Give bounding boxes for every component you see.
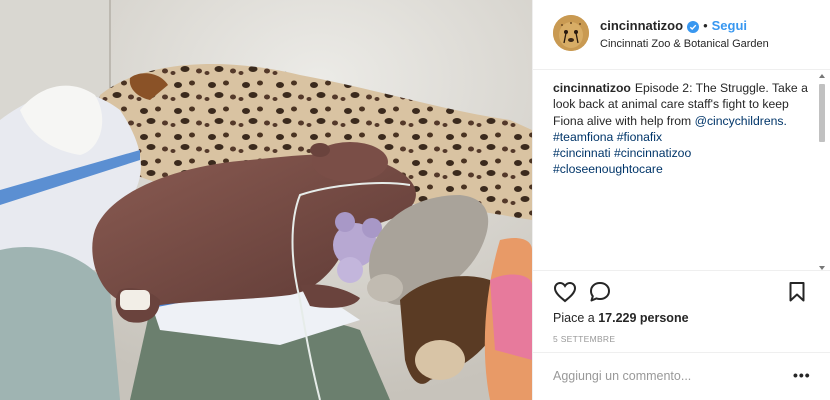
post-date[interactable]: 5 SETTEMBRE xyxy=(553,334,615,344)
post-photo[interactable] xyxy=(0,0,532,400)
scroll-thumb[interactable] xyxy=(819,84,825,142)
baby-hippo-photo xyxy=(0,0,532,400)
bookmark-icon[interactable] xyxy=(788,281,806,308)
post-header: cincinnatizoo • Segui Cincinnati Zoo & B… xyxy=(533,0,830,70)
hashtag-link[interactable]: #closeenoughtocare xyxy=(553,162,663,176)
hashtag-link[interactable]: #teamfiona xyxy=(553,130,613,144)
verified-badge-icon xyxy=(687,20,700,33)
separator-dot: • xyxy=(703,18,708,33)
username-row: cincinnatizoo • Segui xyxy=(600,18,747,33)
username-link[interactable]: cincinnatizoo xyxy=(600,18,683,33)
hashtag-link[interactable]: #cincinnati xyxy=(553,146,611,160)
hashtag-link[interactable]: #cincinnatizoo xyxy=(614,146,691,160)
comment-icon[interactable] xyxy=(588,281,612,308)
likes-number: 17.229 xyxy=(598,311,637,325)
avatar[interactable] xyxy=(553,15,589,51)
post-side-panel: cincinnatizoo • Segui Cincinnati Zoo & B… xyxy=(532,0,830,400)
caption-scrollbar[interactable] xyxy=(817,72,827,272)
heart-icon[interactable] xyxy=(553,281,577,308)
action-divider xyxy=(533,270,830,272)
mention-link[interactable]: @cincychildrens. xyxy=(695,114,787,128)
likes-suffix: persone xyxy=(639,311,689,325)
likes-prefix: Piace a xyxy=(553,311,595,325)
scroll-up-icon[interactable] xyxy=(819,74,825,78)
comment-input[interactable] xyxy=(553,367,783,385)
comment-bar: ••• xyxy=(533,352,830,400)
follow-button[interactable]: Segui xyxy=(712,18,747,33)
cheetah-avatar-icon xyxy=(553,15,589,51)
post-caption: cincinnatizoo Episode 2: The Struggle. Ta… xyxy=(553,80,811,178)
more-options-button[interactable]: ••• xyxy=(793,367,811,383)
likes-count[interactable]: Piace a 17.229 persone xyxy=(553,311,689,325)
location-link[interactable]: Cincinnati Zoo & Botanical Garden xyxy=(600,38,769,50)
hashtag-link[interactable]: #fionafix xyxy=(617,130,662,144)
caption-username-link[interactable]: cincinnatizoo xyxy=(553,81,631,95)
instagram-post: cincinnatizoo • Segui Cincinnati Zoo & B… xyxy=(0,0,830,400)
